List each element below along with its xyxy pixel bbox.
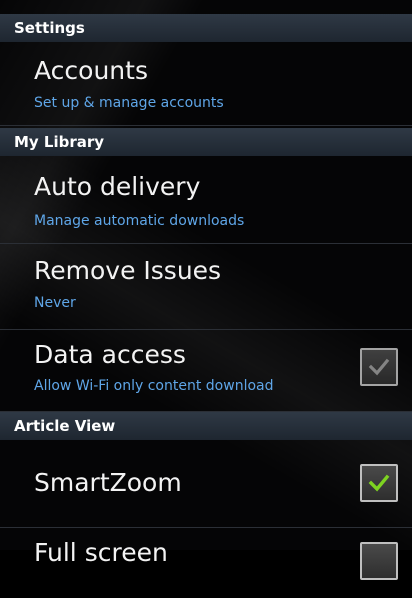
- setting-remove-issues[interactable]: Remove Issues Never: [0, 244, 412, 330]
- smartzoom-title: SmartZoom: [34, 468, 182, 497]
- check-icon: [368, 474, 390, 492]
- remove-issues-subtitle: Never: [34, 295, 76, 311]
- accounts-title: Accounts: [34, 56, 148, 85]
- check-icon: [368, 358, 390, 376]
- setting-data-access[interactable]: Data access Allow Wi-Fi only content dow…: [0, 330, 412, 412]
- auto-delivery-title: Auto delivery: [34, 172, 201, 201]
- accounts-subtitle: Set up & manage accounts: [34, 95, 224, 111]
- remove-issues-title: Remove Issues: [34, 256, 222, 285]
- section-header-settings: Settings: [0, 14, 412, 42]
- setting-smartzoom[interactable]: SmartZoom: [0, 440, 412, 528]
- full-screen-title: Full screen: [34, 538, 168, 567]
- settings-screen: Settings Accounts Set up & manage accoun…: [0, 0, 412, 580]
- full-screen-checkbox[interactable]: [360, 542, 398, 580]
- smartzoom-checkbox[interactable]: [360, 464, 398, 502]
- setting-full-screen[interactable]: Full screen: [0, 528, 412, 598]
- section-header-article-view: Article View: [0, 412, 412, 440]
- data-access-subtitle: Allow Wi-Fi only content download: [34, 378, 274, 394]
- setting-auto-delivery[interactable]: Auto delivery Manage automatic downloads: [0, 156, 412, 244]
- auto-delivery-subtitle: Manage automatic downloads: [34, 213, 245, 229]
- data-access-title: Data access: [34, 340, 186, 369]
- section-header-my-library: My Library: [0, 128, 412, 156]
- setting-accounts[interactable]: Accounts Set up & manage accounts: [0, 42, 412, 126]
- data-access-checkbox[interactable]: [360, 348, 398, 386]
